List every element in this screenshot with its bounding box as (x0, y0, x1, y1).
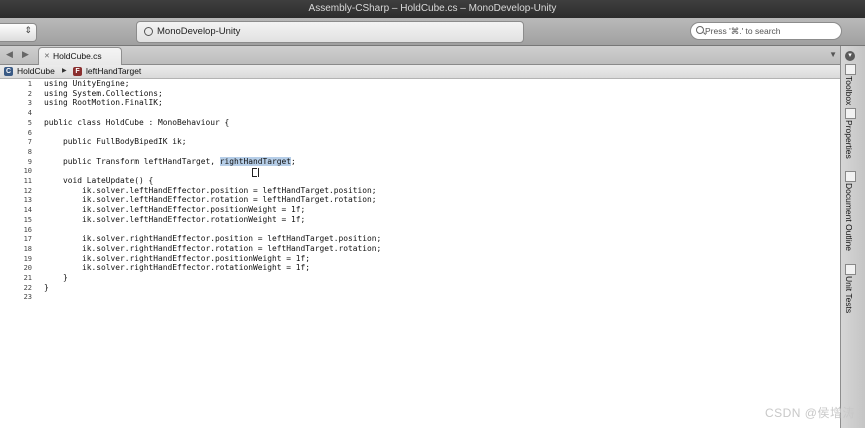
line-number: 1 (27, 80, 32, 88)
line-number: 10 (23, 167, 32, 176)
code-line: public FullBodyBipedIK ik; (44, 137, 187, 147)
line-number: 22 (23, 283, 32, 292)
code-line: ik.solver.leftHandEffector.rotationWeigh… (44, 214, 306, 224)
line-number: 6 (27, 128, 32, 137)
status-display: MonoDevelop-Unity (136, 21, 524, 43)
document-outline-icon (845, 171, 856, 182)
line-number: 2 (27, 89, 32, 98)
window-title: Assembly-CSharp – HoldCube.cs – MonoDeve… (0, 0, 865, 18)
tab-label: HoldCube.cs (53, 51, 102, 61)
code-line: } (44, 273, 68, 282)
code-line: void LateUpdate() { (44, 176, 154, 185)
breadcrumb-separator-icon: ▶ (62, 68, 67, 74)
properties-icon (845, 108, 856, 119)
tab-unit-tests-label: Unit Tests (844, 276, 854, 314)
line-number: 16 (23, 225, 32, 234)
updown-arrow-icon: ⇕ (24, 25, 32, 35)
code-line: ik.solver.rightHandEffector.rotation = l… (44, 243, 382, 253)
forward-arrow-icon[interactable]: ▶ (22, 49, 29, 60)
code-line: } (44, 282, 49, 292)
line-number: 13 (23, 196, 32, 205)
breadcrumb: C HoldCube ▶ F leftHandTarget (0, 65, 840, 79)
code-line: public Transform leftHandTarget, rightHa… (44, 156, 296, 166)
toolbox-icon (845, 64, 856, 75)
field-icon: F (73, 67, 82, 76)
line-number: 5 (27, 118, 32, 127)
code-text: ; (291, 156, 296, 166)
line-number: 15 (23, 215, 32, 224)
line-number: 8 (27, 147, 32, 156)
code-text: public Transform leftHandTarget, (44, 156, 220, 166)
line-number: 14 (23, 206, 32, 215)
line-number-gutter: 1 2 3 4 5 6 7 8 9 10 11 12 13 14 15 16 1… (0, 79, 34, 428)
code-line: ik.solver.rightHandEffector.position = l… (44, 234, 382, 244)
configuration-selector[interactable]: ⇕ (0, 23, 37, 42)
line-number: 4 (27, 109, 32, 118)
search-input[interactable] (705, 23, 835, 39)
code-line: using RootMotion.FinalIK; (44, 98, 163, 108)
line-number: 3 (27, 99, 32, 108)
watermark: CSDN @侯增涛 (764, 406, 855, 420)
search-icon (696, 26, 704, 34)
code-editor[interactable]: 1 2 3 4 5 6 7 8 9 10 11 12 13 14 15 16 1… (0, 79, 840, 428)
code-line: ik.solver.leftHandEffector.rotation = le… (44, 195, 377, 205)
text-cursor-icon (252, 168, 259, 177)
document-tab-bar: ◀ ▶ ✕ HoldCube.cs ▼ (0, 46, 840, 65)
code-line: using System.Collections; (44, 88, 163, 98)
close-icon[interactable]: ✕ (44, 48, 50, 65)
line-number: 23 (23, 293, 32, 302)
code-line: public class HoldCube : MonoBehaviour { (44, 117, 230, 127)
chevron-down-icon[interactable]: ▼ (829, 50, 837, 59)
back-arrow-icon[interactable]: ◀ (6, 49, 13, 60)
line-number: 20 (23, 264, 32, 273)
right-pad-bar: ▾ Toolbox Properties Document Outline Un… (840, 46, 865, 428)
line-number: 9 (27, 157, 32, 166)
main-toolbar: ⇕ MonoDevelop-Unity (0, 18, 865, 46)
tab-document-outline-label: Document Outline (844, 183, 854, 252)
status-text: MonoDevelop-Unity (157, 26, 241, 37)
line-number: 11 (23, 177, 32, 185)
code-line: ik.solver.rightHandEffector.rotationWeig… (44, 263, 311, 273)
line-number: 7 (27, 138, 32, 147)
status-icon (144, 27, 153, 36)
selected-text: rightHandTarget (219, 156, 292, 166)
unit-tests-icon (845, 264, 856, 275)
line-number: 19 (23, 254, 32, 263)
pad-menu-icon[interactable]: ▾ (845, 51, 855, 61)
code-line: ik.solver.rightHandEffector.positionWeig… (44, 253, 311, 263)
search-box[interactable] (690, 22, 842, 40)
line-number: 18 (23, 244, 32, 253)
code-line: ik.solver.leftHandEffector.position = le… (44, 185, 377, 195)
line-number: 12 (23, 186, 32, 195)
tab-properties-label: Properties (844, 120, 854, 159)
line-number: 17 (23, 235, 32, 244)
breadcrumb-class[interactable]: HoldCube (17, 65, 55, 78)
code-line: ik.solver.leftHandEffector.positionWeigh… (44, 205, 306, 215)
tab-holdcube[interactable]: ✕ HoldCube.cs (38, 47, 122, 65)
breadcrumb-member[interactable]: leftHandTarget (86, 65, 141, 78)
class-icon: C (4, 67, 13, 76)
tab-toolbox-label: Toolbox (844, 76, 854, 106)
code-line: using UnityEngine; (44, 79, 130, 88)
line-number: 21 (23, 274, 32, 282)
